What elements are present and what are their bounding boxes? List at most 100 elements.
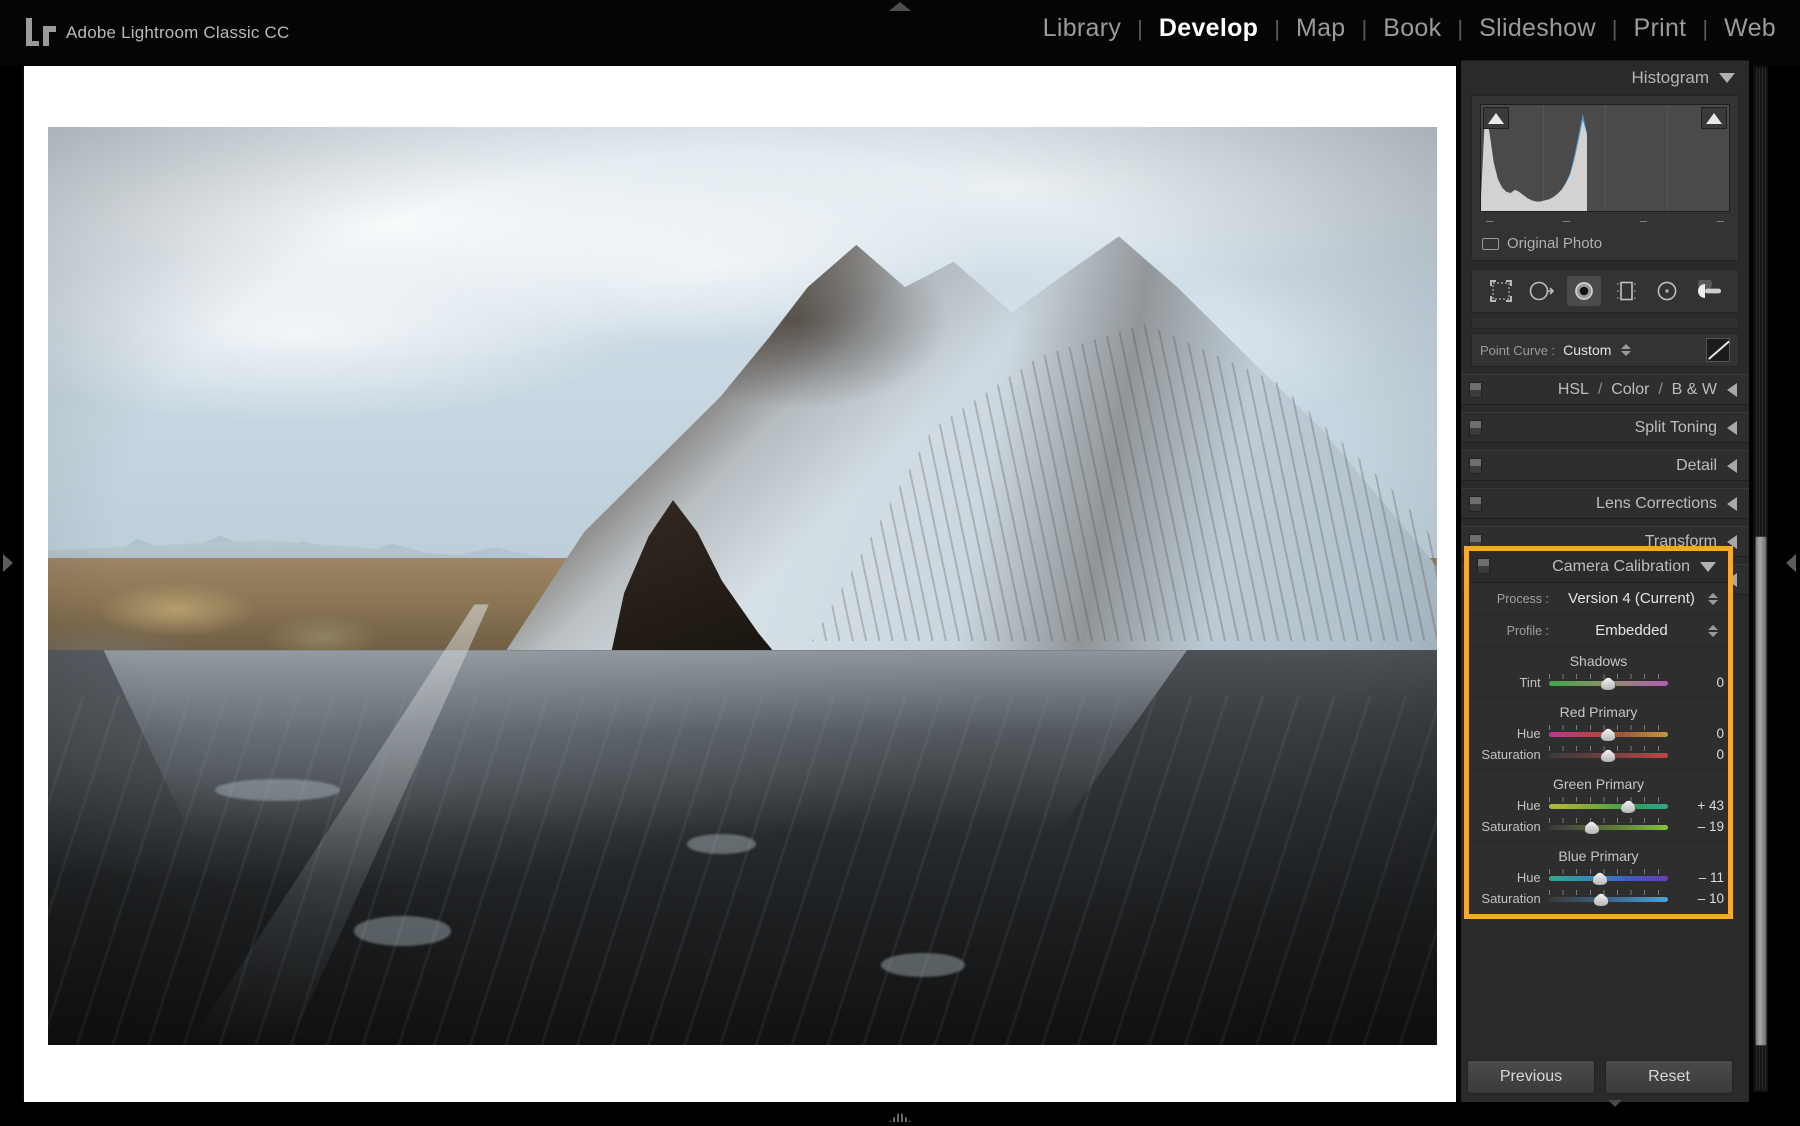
slider-knob[interactable] <box>1600 728 1616 742</box>
photo-frame[interactable] <box>48 127 1437 1045</box>
panel-show-left-icon[interactable] <box>3 554 13 572</box>
slider-track[interactable] <box>1549 869 1668 887</box>
section-header-split-toning[interactable]: Split Toning <box>1461 412 1749 443</box>
panel-toggle-switch[interactable] <box>1469 420 1482 436</box>
filmstrip-grip-icon[interactable] <box>889 1112 911 1122</box>
app-title: Adobe Lightroom Classic CC <box>66 23 289 43</box>
stepper-up-down-icon[interactable] <box>1708 593 1718 605</box>
profile-row[interactable]: Profile : Embedded <box>1469 615 1728 647</box>
slider-row[interactable]: Saturation – 10 <box>1469 888 1728 909</box>
spot-removal-tool[interactable] <box>1525 276 1559 306</box>
slider-ticks <box>1549 818 1668 823</box>
slider-track[interactable] <box>1549 890 1668 908</box>
slider-row[interactable]: Saturation0 <box>1469 744 1728 765</box>
section-label: Split Toning <box>1635 419 1717 437</box>
slider-gradient <box>1549 876 1668 881</box>
section-label: HSL / Color / B & W <box>1558 381 1717 399</box>
slider-value[interactable]: 0 <box>1668 675 1728 690</box>
right-panel-scrollbar[interactable] <box>1752 66 1768 1092</box>
slider-value[interactable]: 0 <box>1668 747 1728 762</box>
section-header-hsl-color-b-w[interactable]: HSL / Color / B & W <box>1461 374 1749 405</box>
process-value[interactable]: Version 4 (Current) <box>1557 590 1706 607</box>
panel-show-right-icon[interactable] <box>1786 554 1796 572</box>
slider-track[interactable] <box>1549 818 1668 836</box>
slider-label: Saturation <box>1469 891 1549 906</box>
slider-row[interactable]: Saturation – 19 <box>1469 816 1728 837</box>
calibration-group-red-primary: Red PrimaryHue0Saturation0 <box>1469 698 1728 770</box>
graduated-filter-tool[interactable] <box>1609 276 1643 306</box>
module-picker: Library|Develop|Map|Book|Slideshow|Print… <box>1027 14 1792 43</box>
stepper-up-down-icon[interactable] <box>1621 344 1631 356</box>
histogram-header[interactable]: Histogram <box>1461 61 1749 95</box>
module-item-library[interactable]: Library <box>1027 14 1138 43</box>
camera-calibration-header[interactable]: Camera Calibration <box>1469 551 1728 583</box>
slider-track[interactable] <box>1549 797 1668 815</box>
original-photo-label: Original Photo <box>1507 235 1602 252</box>
process-row[interactable]: Process : Version 4 (Current) <box>1469 583 1728 615</box>
stepper-up-down-icon[interactable] <box>1708 625 1718 637</box>
profile-value[interactable]: Embedded <box>1557 622 1706 639</box>
slider-knob[interactable] <box>1600 677 1616 691</box>
panel-toggle-switch[interactable] <box>1477 558 1490 574</box>
slider-value[interactable]: – 19 <box>1668 819 1728 834</box>
panel-show-top-icon[interactable] <box>889 2 911 11</box>
module-item-develop[interactable]: Develop <box>1143 14 1274 43</box>
section-header-detail[interactable]: Detail <box>1461 450 1749 481</box>
slider-value[interactable]: + 43 <box>1668 798 1728 813</box>
slider-track[interactable] <box>1549 746 1668 764</box>
slider-track[interactable] <box>1549 725 1668 743</box>
module-item-print[interactable]: Print <box>1618 14 1703 43</box>
slider-row[interactable]: Hue0 <box>1469 723 1728 744</box>
panel-toggle-switch[interactable] <box>1469 496 1482 512</box>
section-header-lens-corrections[interactable]: Lens Corrections <box>1461 488 1749 519</box>
panel-toggle-switch[interactable] <box>1469 382 1482 398</box>
slider-row[interactable]: Tint 0 <box>1469 672 1728 693</box>
slider-label: Saturation <box>1469 819 1549 834</box>
photo-vignette <box>48 127 1437 1045</box>
slider-value[interactable]: – 11 <box>1668 870 1728 885</box>
section-label: Lens Corrections <box>1596 495 1717 513</box>
adjustment-brush-tool[interactable] <box>1692 276 1726 306</box>
slider-knob[interactable] <box>1600 749 1616 763</box>
histogram-canvas[interactable] <box>1480 104 1730 212</box>
slider-knob[interactable] <box>1584 821 1600 835</box>
right-develop-panel: Histogram –––– Original Photo <box>1461 60 1749 1102</box>
red-eye-correction-tool[interactable] <box>1567 276 1601 306</box>
camera-calibration-panel: Camera Calibration Process : Version 4 (… <box>1464 546 1733 919</box>
calibration-group-blue-primary: Blue PrimaryHue– 11Saturation– 10 <box>1469 842 1728 914</box>
histogram-title: Histogram <box>1632 68 1709 88</box>
slider-row[interactable]: Hue + 43 <box>1469 795 1728 816</box>
crop-overlay-tool[interactable] <box>1484 276 1518 306</box>
scrollbar-thumb[interactable] <box>1755 536 1767 1046</box>
previous-button[interactable]: Previous <box>1467 1060 1595 1094</box>
chevron-left-icon[interactable] <box>1727 421 1737 435</box>
panel-toggle-switch[interactable] <box>1469 458 1482 474</box>
point-curve-value[interactable]: Custom <box>1563 342 1611 358</box>
chevron-down-icon[interactable] <box>1719 73 1735 83</box>
original-photo-row[interactable]: Original Photo <box>1480 227 1730 254</box>
tone-curve-icon[interactable] <box>1706 338 1730 362</box>
shadow-clipping-triangle-icon[interactable] <box>1483 107 1509 129</box>
point-curve-row[interactable]: Point Curve : Custom <box>1471 333 1739 367</box>
chevron-left-icon[interactable] <box>1727 383 1737 397</box>
slider-value[interactable]: – 10 <box>1668 891 1728 906</box>
radial-filter-tool[interactable] <box>1650 276 1684 306</box>
module-item-map[interactable]: Map <box>1280 14 1362 43</box>
slider-row[interactable]: Hue– 11 <box>1469 867 1728 888</box>
panel-collapse-bottom-icon[interactable] <box>1608 1100 1622 1107</box>
slider-label: Tint <box>1469 675 1549 690</box>
reset-button[interactable]: Reset <box>1605 1060 1733 1094</box>
slider-label: Hue <box>1469 798 1549 813</box>
module-item-book[interactable]: Book <box>1367 14 1457 43</box>
slider-knob[interactable] <box>1592 872 1608 886</box>
slider-knob[interactable] <box>1593 893 1609 907</box>
module-item-slideshow[interactable]: Slideshow <box>1463 14 1612 43</box>
slider-track[interactable] <box>1549 674 1668 692</box>
module-item-web[interactable]: Web <box>1708 14 1792 43</box>
chevron-down-icon[interactable] <box>1700 562 1716 572</box>
slider-knob[interactable] <box>1620 800 1636 814</box>
chevron-left-icon[interactable] <box>1727 459 1737 473</box>
slider-value[interactable]: 0 <box>1668 726 1728 741</box>
chevron-left-icon[interactable] <box>1727 497 1737 511</box>
highlight-clipping-triangle-icon[interactable] <box>1701 107 1727 129</box>
